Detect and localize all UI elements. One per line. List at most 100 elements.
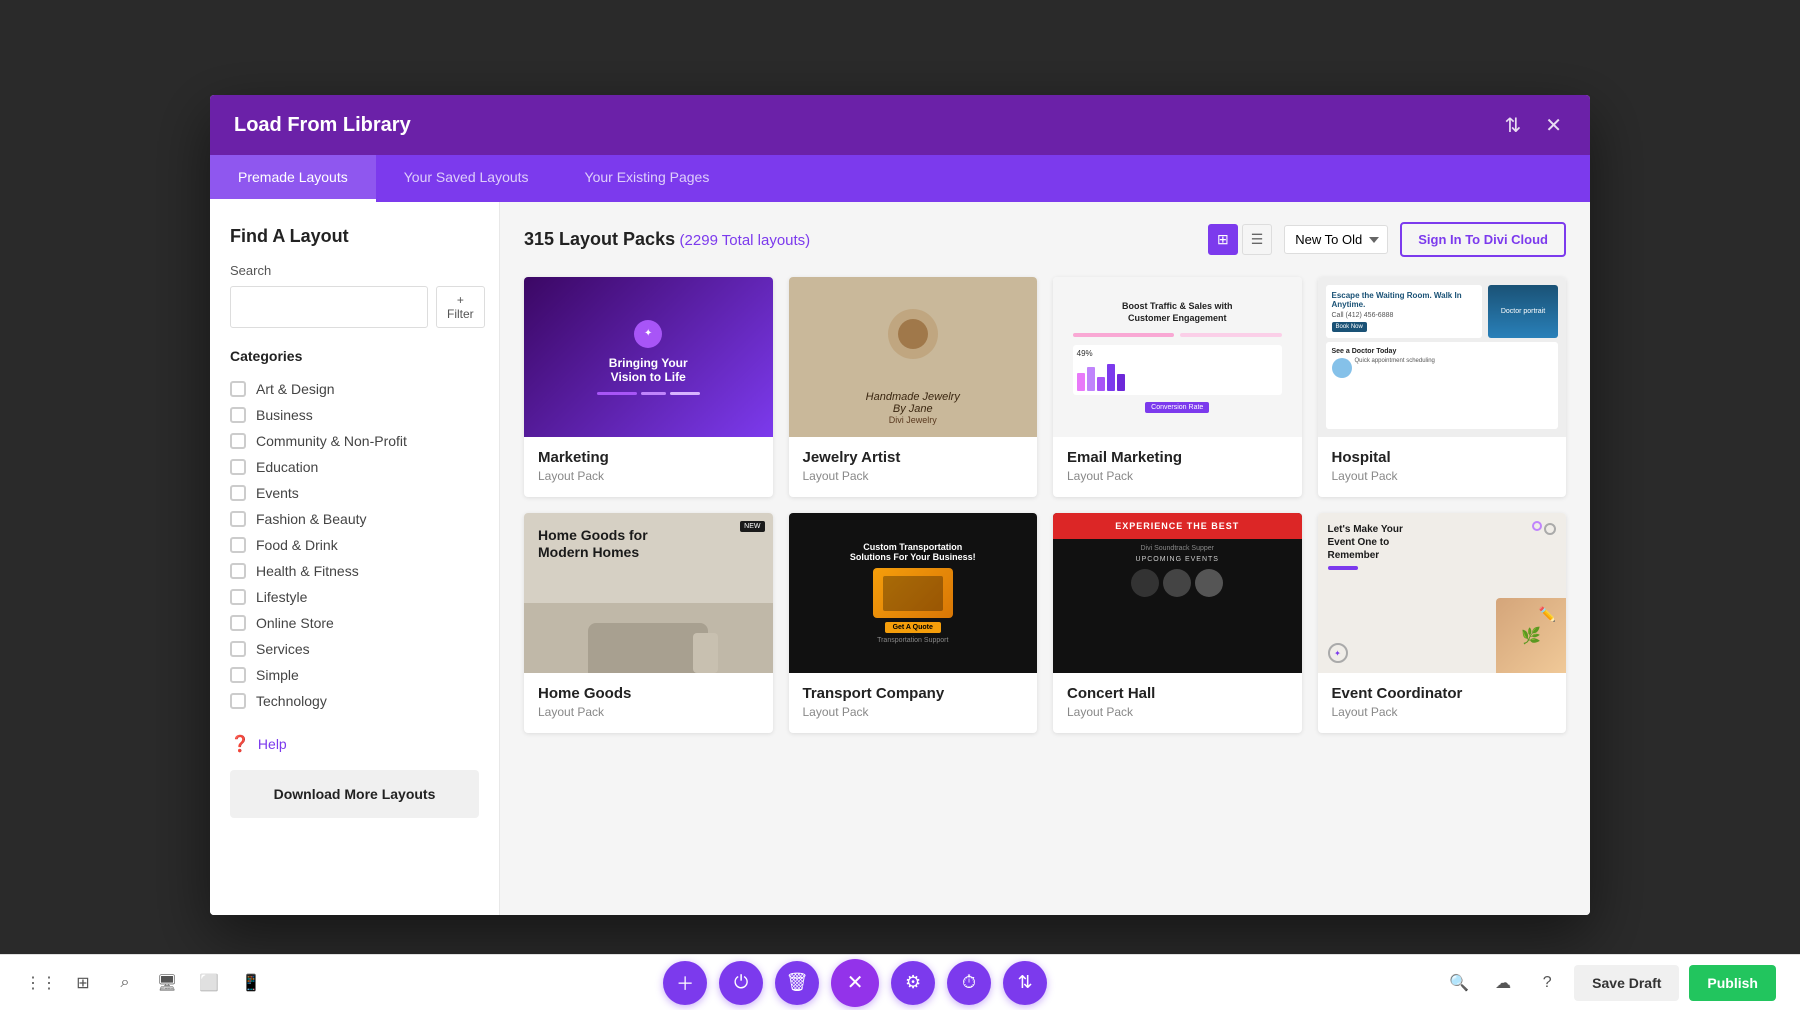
card-info-hospital: Hospital Layout Pack <box>1318 437 1567 497</box>
card-info-homegoods: Home Goods Layout Pack <box>524 673 773 733</box>
search-label: Search <box>230 263 479 278</box>
event-visual: Let's Make YourEvent One toRemember ✦ <box>1318 513 1567 673</box>
ev-title: Boost Traffic & Sales withCustomer Engag… <box>1122 301 1233 324</box>
modal-tabs: Premade Layouts Your Saved Layouts Your … <box>210 155 1590 202</box>
sidebar: Find A Layout Search + Filter Categories… <box>210 202 500 915</box>
layout-card-jewelry[interactable]: Handmade JewelryBy Jane Divi Jewelry Jew… <box>789 277 1038 497</box>
category-online-store[interactable]: Online Store <box>230 610 479 636</box>
category-checkbox-simple[interactable] <box>230 667 246 683</box>
desktop-view-btn[interactable]: 🖥 <box>150 966 184 1000</box>
tablet-view-btn[interactable]: ⬜ <box>192 966 226 1000</box>
category-checkbox-fashion[interactable] <box>230 511 246 527</box>
list-view-btn[interactable]: ☰ <box>1242 224 1273 255</box>
mobile-view-btn[interactable]: 📱 <box>234 966 268 1000</box>
history-btn[interactable]: ⏱ <box>947 961 991 1005</box>
layout-card-event[interactable]: Let's Make YourEvent One toRemember ✦ <box>1318 513 1567 733</box>
search-input[interactable] <box>230 286 428 328</box>
concert-visual: EXPERIENCE THE BEST Divi Soundtrack Supp… <box>1053 513 1302 673</box>
cv-red-bar: EXPERIENCE THE BEST <box>1053 513 1302 539</box>
card-type-jewelry: Layout Pack <box>803 469 1024 483</box>
layout-card-hospital[interactable]: Escape the Waiting Room. Walk In Anytime… <box>1318 277 1567 497</box>
close-modal-btn[interactable]: ✕ <box>1541 109 1566 142</box>
layout-card-email[interactable]: Boost Traffic & Sales withCustomer Engag… <box>1053 277 1302 497</box>
sign-in-btn[interactable]: Sign In To Divi Cloud <box>1400 222 1566 257</box>
category-checkbox-community[interactable] <box>230 433 246 449</box>
cloud-icon-btn[interactable]: ☁ <box>1486 966 1520 1000</box>
adjust-btn[interactable]: ⇅ <box>1003 961 1047 1005</box>
sort-select[interactable]: New To Old Old To New A to Z Z to A <box>1284 225 1388 254</box>
publish-btn[interactable]: Publish <box>1689 965 1776 1001</box>
trash-btn[interactable]: 🗑 <box>775 961 819 1005</box>
category-art-design[interactable]: Art & Design <box>230 376 479 402</box>
category-checkbox-lifestyle[interactable] <box>230 589 246 605</box>
email-visual: Boost Traffic & Sales withCustomer Engag… <box>1053 277 1302 437</box>
category-technology[interactable]: Technology <box>230 688 479 714</box>
layout-card-homegoods[interactable]: Home Goods forModern Homes NEW Home <box>524 513 773 733</box>
card-type-concert: Layout Pack <box>1067 705 1288 719</box>
category-checkbox-food[interactable] <box>230 537 246 553</box>
filter-button[interactable]: + Filter <box>436 286 485 328</box>
category-simple[interactable]: Simple <box>230 662 479 688</box>
category-business[interactable]: Business <box>230 402 479 428</box>
category-fashion[interactable]: Fashion & Beauty <box>230 506 479 532</box>
drag-handle-btn[interactable]: ⋮⋮ <box>24 966 58 1000</box>
settings-btn[interactable]: ⚙ <box>891 961 935 1005</box>
mv-circle: ✦ <box>634 320 662 348</box>
card-name-concert: Concert Hall <box>1067 685 1288 702</box>
search-icon-btn[interactable]: 🔍 <box>1442 966 1476 1000</box>
card-image-jewelry: Handmade JewelryBy Jane Divi Jewelry <box>789 277 1038 437</box>
modal-title: Load From Library <box>234 114 411 137</box>
help-row[interactable]: ❓ Help <box>230 734 479 754</box>
layout-count: 315 Layout Packs <box>524 229 675 249</box>
category-events[interactable]: Events <box>230 480 479 506</box>
tab-existing[interactable]: Your Existing Pages <box>557 155 738 202</box>
category-checkbox-events[interactable] <box>230 485 246 501</box>
category-services[interactable]: Services <box>230 636 479 662</box>
power-btn[interactable]: ⏻ <box>719 961 763 1005</box>
category-checkbox-education[interactable] <box>230 459 246 475</box>
category-label-online: Online Store <box>256 615 334 631</box>
category-checkbox-online[interactable] <box>230 615 246 631</box>
card-image-homegoods: Home Goods forModern Homes NEW <box>524 513 773 673</box>
category-checkbox-health[interactable] <box>230 563 246 579</box>
category-checkbox-services[interactable] <box>230 641 246 657</box>
transport-visual: Custom TransportationSolutions For Your … <box>789 513 1038 673</box>
add-element-btn[interactable]: ＋ <box>663 961 707 1005</box>
category-checkbox-business[interactable] <box>230 407 246 423</box>
close-btn[interactable]: ✕ <box>831 959 879 1007</box>
categories-title: Categories <box>230 348 479 364</box>
layout-card-marketing[interactable]: ✦ Bringing YourVision to Life Marketin <box>524 277 773 497</box>
save-draft-btn[interactable]: Save Draft <box>1574 965 1679 1001</box>
category-education[interactable]: Education <box>230 454 479 480</box>
tab-saved[interactable]: Your Saved Layouts <box>376 155 557 202</box>
wireframe-btn[interactable]: ⊞ <box>66 966 100 1000</box>
help-label: Help <box>258 736 287 752</box>
homegoods-visual: Home Goods forModern Homes NEW <box>524 513 773 673</box>
search-pages-btn[interactable]: ⌕ <box>108 966 142 1000</box>
category-lifestyle[interactable]: Lifestyle <box>230 584 479 610</box>
bottom-toolbar: ⋮⋮ ⊞ ⌕ 🖥 ⬜ 📱 ＋ ⏻ 🗑 ✕ ⚙ ⏱ ⇅ 🔍 ☁ ? Save Dr… <box>0 954 1800 1010</box>
category-checkbox-technology[interactable] <box>230 693 246 709</box>
grid-view-btn[interactable]: ⊞ <box>1208 224 1238 255</box>
card-image-concert: EXPERIENCE THE BEST Divi Soundtrack Supp… <box>1053 513 1302 673</box>
category-food[interactable]: Food & Drink <box>230 532 479 558</box>
mv-title: Bringing YourVision to Life <box>609 356 688 384</box>
category-health[interactable]: Health & Fitness <box>230 558 479 584</box>
tab-premade[interactable]: Premade Layouts <box>210 155 376 202</box>
card-name-marketing: Marketing <box>538 449 759 466</box>
card-name-jewelry: Jewelry Artist <box>803 449 1024 466</box>
card-name-email: Email Marketing <box>1067 449 1288 466</box>
modal-overlay: Load From Library ⇅ ✕ Premade Layouts Yo… <box>0 0 1800 1010</box>
category-checkbox-art[interactable] <box>230 381 246 397</box>
tv-title: Custom TransportationSolutions For Your … <box>850 542 976 562</box>
category-community[interactable]: Community & Non-Profit <box>230 428 479 454</box>
card-name-transport: Transport Company <box>803 685 1024 702</box>
ev-title-text: Let's Make YourEvent One toRemember <box>1328 523 1557 562</box>
download-box-title: Download More Layouts <box>246 786 463 802</box>
layout-card-concert[interactable]: EXPERIENCE THE BEST Divi Soundtrack Supp… <box>1053 513 1302 733</box>
help-icon-btn[interactable]: ? <box>1530 966 1564 1000</box>
category-label-education: Education <box>256 459 318 475</box>
layout-card-transport[interactable]: Custom TransportationSolutions For Your … <box>789 513 1038 733</box>
modal-body: Find A Layout Search + Filter Categories… <box>210 202 1590 915</box>
sort-icon-btn[interactable]: ⇅ <box>1500 109 1525 142</box>
